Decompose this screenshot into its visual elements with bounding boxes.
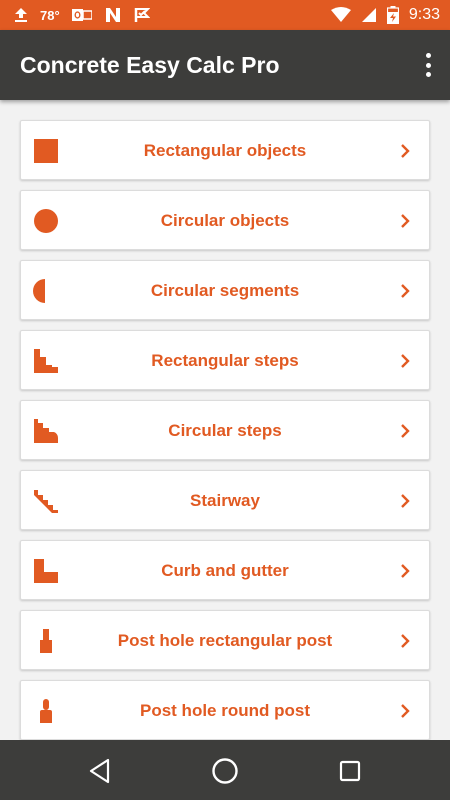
menu-dot <box>425 62 431 68</box>
menu-dot <box>425 72 431 77</box>
curb-gutter-icon <box>34 559 58 583</box>
list-item-rectangular-steps[interactable]: Rectangular steps <box>20 330 430 390</box>
recents-icon[interactable] <box>333 754 367 788</box>
status-bar: 78° 9:33 <box>0 0 450 30</box>
temperature-text: 78° <box>40 7 60 23</box>
home-icon[interactable] <box>208 754 242 788</box>
list-item-post-hole-round[interactable]: Post hole round post <box>20 680 430 740</box>
app-bar: Concrete Easy Calc Pro <box>0 30 450 100</box>
circular-steps-icon <box>34 419 59 443</box>
outlook-icon <box>71 7 92 23</box>
list-item-label: Circular steps <box>168 421 282 440</box>
chevron-right-icon <box>401 354 410 368</box>
calculator-list: Rectangular objects Circular objects Cir… <box>0 100 450 740</box>
list-item-stairway[interactable]: Stairway <box>20 470 430 530</box>
upload-icon <box>14 7 28 23</box>
menu-dot <box>425 53 431 58</box>
chevron-right-icon <box>401 214 410 228</box>
status-right: 9:33 <box>330 0 440 30</box>
list-item-label: Circular segments <box>150 281 300 300</box>
nova-icon <box>104 7 122 23</box>
system-nav-bar <box>0 740 450 800</box>
post-rect-icon <box>40 629 52 653</box>
chevron-right-icon <box>401 494 410 508</box>
list-item-circular-steps[interactable]: Circular steps <box>20 400 430 460</box>
circle-icon <box>34 209 58 233</box>
post-round-icon <box>40 699 52 723</box>
chevron-right-icon <box>401 634 410 648</box>
list-item-label: Stairway <box>190 491 260 510</box>
rectangle-icon <box>34 139 58 163</box>
chevron-right-icon <box>401 424 410 438</box>
back-icon[interactable] <box>83 754 117 788</box>
list-item-label: Curb and gutter <box>161 561 289 580</box>
chevron-right-icon <box>401 704 410 718</box>
chevron-right-icon <box>401 284 410 298</box>
check-flag-icon <box>134 7 150 23</box>
list-item-circular-segments[interactable]: Circular segments <box>20 260 430 320</box>
list-item-label: Rectangular steps <box>151 351 299 370</box>
list-item-post-hole-rectangular[interactable]: Post hole rectangular post <box>20 610 430 670</box>
wifi-icon <box>330 7 351 23</box>
chevron-right-icon <box>401 564 410 578</box>
chevron-right-icon <box>401 144 410 158</box>
list-item-circular-objects[interactable]: Circular objects <box>20 190 430 250</box>
rectangular-steps-icon <box>34 349 58 373</box>
signal-icon <box>361 7 377 23</box>
page-title: Concrete Easy Calc Pro <box>20 52 280 78</box>
status-left: 78° <box>14 0 150 30</box>
battery-charging-icon <box>386 6 399 24</box>
stairway-icon <box>34 490 58 513</box>
list-item-curb-and-gutter[interactable]: Curb and gutter <box>20 540 430 600</box>
half-circle-icon <box>33 279 45 303</box>
list-item-label: Post hole round post <box>140 701 310 720</box>
list-item-label: Post hole rectangular post <box>117 631 333 650</box>
list-item-rectangular-objects[interactable]: Rectangular objects <box>20 120 430 180</box>
list-item-label: Circular objects <box>160 211 290 230</box>
overflow-menu-icon[interactable] <box>420 53 436 77</box>
clock-text: 9:33 <box>408 6 440 23</box>
list-item-label: Rectangular objects <box>143 141 307 160</box>
